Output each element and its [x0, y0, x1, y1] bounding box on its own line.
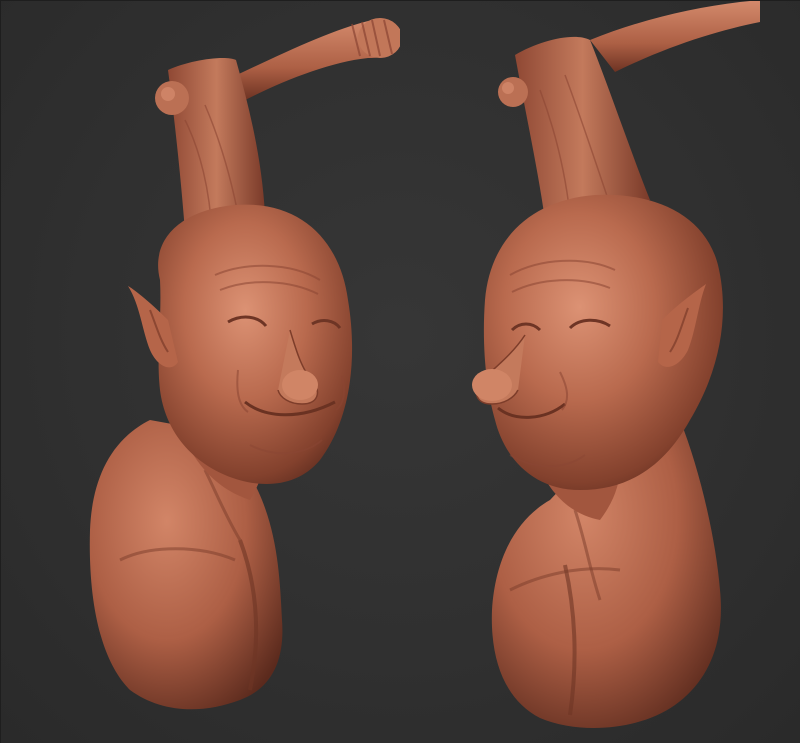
cleaver-handle: [230, 18, 400, 100]
zbrush-canvas-viewport[interactable]: [0, 0, 800, 743]
cleaver-handle: [590, 0, 760, 72]
sculpt-left-view[interactable]: [0, 0, 400, 743]
sculpt-right-view[interactable]: [400, 0, 800, 743]
